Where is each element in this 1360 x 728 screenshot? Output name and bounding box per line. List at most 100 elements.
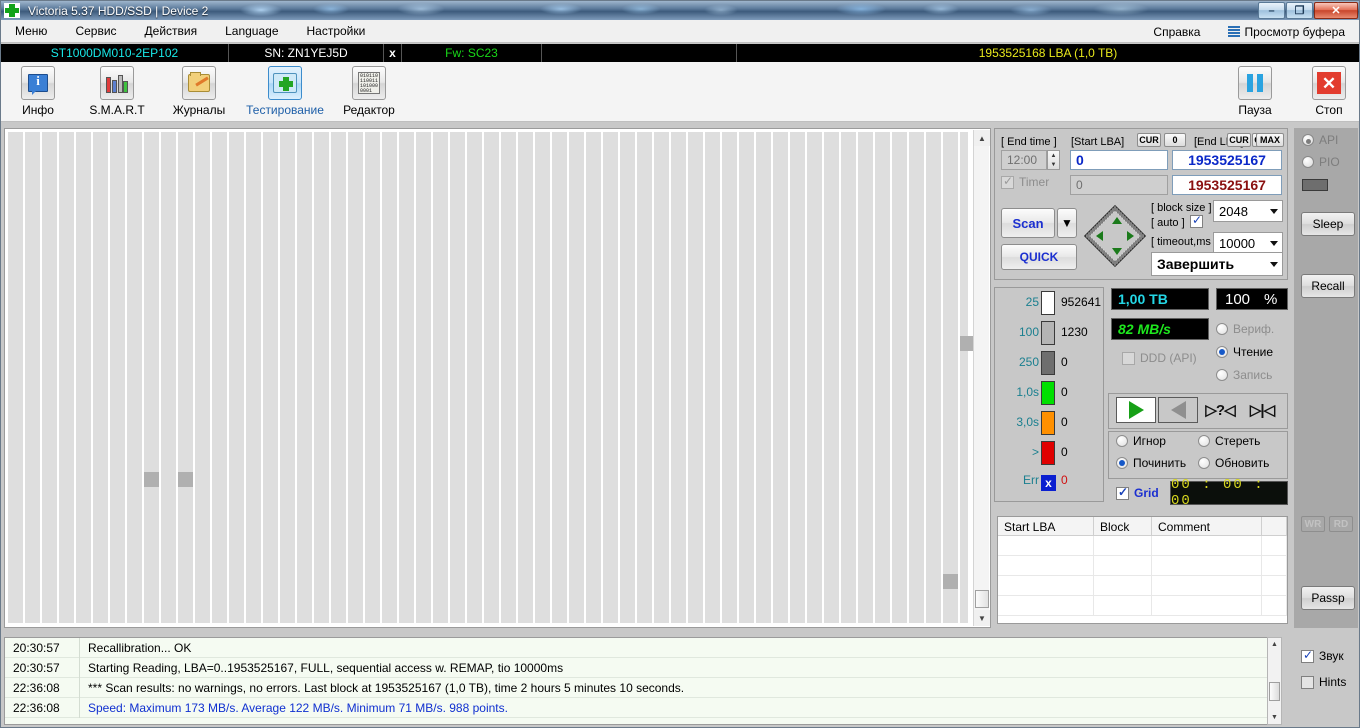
table-row[interactable] bbox=[998, 576, 1287, 596]
end-lba-cur-button-2[interactable]: CUR bbox=[1227, 133, 1251, 147]
window-controls: – ❐ ✕ bbox=[1257, 2, 1358, 19]
table-row[interactable] bbox=[998, 596, 1287, 616]
log-panel[interactable]: 20:30:57 Recallibration... OK 20:30:57 S… bbox=[4, 637, 1279, 725]
map-scroll-down-icon[interactable]: ▼ bbox=[974, 610, 990, 626]
timeout-combo[interactable]: 10000 bbox=[1213, 232, 1283, 254]
sound-checkbox[interactable]: Звук bbox=[1301, 648, 1344, 663]
api-radio-dot bbox=[1302, 134, 1314, 146]
toolbar-button-stop[interactable]: ✕ Стоп bbox=[1299, 66, 1359, 117]
col-comment[interactable]: Comment bbox=[1152, 517, 1262, 535]
grid-checkbox[interactable]: Grid bbox=[1116, 485, 1159, 500]
play-backward-button[interactable] bbox=[1158, 397, 1198, 423]
toolbar-button-logs[interactable]: Журналы bbox=[162, 66, 236, 117]
toolbar-button-smart[interactable]: S.M.A.R.T bbox=[80, 66, 154, 117]
maximize-button[interactable]: ❐ bbox=[1286, 2, 1313, 19]
map-row bbox=[8, 166, 968, 181]
log-vertical-scrollbar[interactable]: ▲ ▼ bbox=[1267, 637, 1282, 725]
action-ignore-radio[interactable]: Игнор bbox=[1116, 434, 1166, 448]
minimize-button[interactable]: – bbox=[1258, 2, 1285, 19]
capacity-lcd: 1,00 TB bbox=[1111, 288, 1209, 310]
mode-verify-radio[interactable]: Вериф. bbox=[1216, 322, 1274, 336]
scan-button[interactable]: Scan bbox=[1001, 208, 1055, 238]
sound-checkbox-box bbox=[1301, 648, 1314, 663]
end-lba-input[interactable]: 1953525167 bbox=[1172, 150, 1282, 170]
log-scroll-down-icon[interactable]: ▼ bbox=[1268, 711, 1281, 724]
ddd-api-checkbox[interactable]: DDD (API) bbox=[1122, 351, 1197, 365]
hints-checkbox[interactable]: Hints bbox=[1301, 675, 1346, 689]
map-vertical-scrollbar[interactable]: ▲ ▼ bbox=[973, 130, 990, 626]
start-lba-zero-button[interactable]: 0 bbox=[1164, 133, 1186, 147]
scan-dropdown-button[interactable]: ▼ bbox=[1057, 208, 1077, 238]
play-forward-button[interactable] bbox=[1116, 397, 1156, 423]
passport-button[interactable]: Passp bbox=[1301, 586, 1355, 610]
block-size-label: [ block size ] bbox=[1151, 202, 1212, 214]
toolbar-button-editor[interactable]: 010110 110011 101000 0001 Редактор bbox=[332, 66, 406, 117]
map-scroll-up-icon[interactable]: ▲ bbox=[974, 130, 990, 146]
action-erase-radio[interactable]: Стереть bbox=[1198, 434, 1260, 448]
nav-up-arrow-icon[interactable] bbox=[1112, 217, 1122, 224]
drive-x-marker[interactable]: x bbox=[384, 44, 402, 62]
end-lba-max-button[interactable]: MAX bbox=[1256, 133, 1284, 147]
menu-item-help[interactable]: Справка bbox=[1139, 22, 1214, 42]
action-repair-radio[interactable]: Починить bbox=[1116, 456, 1186, 470]
wr-button[interactable]: WR bbox=[1301, 516, 1325, 532]
map-row bbox=[8, 591, 968, 606]
log-scroll-thumb[interactable] bbox=[1269, 682, 1280, 701]
start-lba-cur-button[interactable]: CUR bbox=[1137, 133, 1161, 147]
menu-item-actions[interactable]: Действия bbox=[131, 21, 212, 41]
table-row[interactable] bbox=[998, 536, 1287, 556]
menu-item-settings[interactable]: Настройки bbox=[293, 21, 380, 41]
toolbar-button-testing[interactable]: Тестирование bbox=[246, 66, 324, 117]
map-scroll-thumb[interactable] bbox=[975, 590, 989, 608]
nav-left-arrow-icon[interactable] bbox=[1096, 231, 1103, 241]
toolbar-label-stop: Стоп bbox=[1315, 103, 1343, 117]
map-row bbox=[8, 506, 968, 521]
toolbar-button-pause[interactable]: Пауза bbox=[1225, 66, 1285, 117]
end-time-spinner[interactable]: ▲ ▼ bbox=[1047, 150, 1060, 170]
nav-down-arrow-icon[interactable] bbox=[1112, 248, 1122, 255]
start-lba-input[interactable]: 0 bbox=[1070, 150, 1168, 170]
log-scroll-up-icon[interactable]: ▲ bbox=[1268, 638, 1281, 651]
butterfly-read-button[interactable]: ▷|◁ bbox=[1242, 397, 1282, 423]
main-toolbar: Инфо S.M.A.R.T Журналы Тестирование 0101… bbox=[1, 62, 1359, 122]
quick-button[interactable]: QUICK bbox=[1001, 244, 1077, 270]
block-size-combo[interactable]: 2048 bbox=[1213, 200, 1283, 222]
hints-label: Hints bbox=[1319, 675, 1347, 689]
on-finish-combo[interactable]: Завершить bbox=[1151, 252, 1283, 276]
toolbar-button-info[interactable]: Инфо bbox=[1, 66, 75, 117]
legend-swatch-250 bbox=[1041, 351, 1055, 375]
interface-api-radio[interactable]: API bbox=[1302, 133, 1338, 147]
surface-map[interactable]: ▲ ▼ bbox=[4, 128, 991, 628]
menu-item-buffer-view[interactable]: Просмотр буфера bbox=[1214, 22, 1359, 42]
nav-right-arrow-icon[interactable] bbox=[1127, 231, 1134, 241]
end-time-input[interactable]: 12:00 bbox=[1001, 150, 1047, 170]
map-row bbox=[8, 149, 968, 164]
action-refresh-radio[interactable]: Обновить bbox=[1198, 456, 1269, 470]
defect-table[interactable]: Start LBA Block Comment bbox=[997, 516, 1288, 624]
action-refresh-label: Обновить bbox=[1215, 456, 1270, 470]
navigation-diamond[interactable] bbox=[1083, 204, 1147, 268]
pause-icon-frame bbox=[1238, 66, 1272, 100]
menu-item-menu[interactable]: Меню bbox=[1, 21, 61, 41]
recall-button[interactable]: Recall bbox=[1301, 274, 1355, 298]
buffer-view-label: Просмотр буфера bbox=[1244, 24, 1345, 39]
col-extra[interactable] bbox=[1262, 517, 1287, 535]
col-start-lba[interactable]: Start LBA bbox=[998, 517, 1094, 535]
toolbar-label-smart: S.M.A.R.T bbox=[89, 103, 145, 117]
interface-pio-radio[interactable]: PIO bbox=[1302, 155, 1340, 169]
surface-map-grid[interactable] bbox=[8, 132, 975, 623]
menu-item-language[interactable]: Language bbox=[211, 21, 292, 41]
auto-checkbox[interactable] bbox=[1190, 213, 1208, 228]
close-button[interactable]: ✕ bbox=[1314, 2, 1358, 19]
auto-label: [ auto ] bbox=[1151, 217, 1185, 229]
mode-read-radio[interactable]: Чтение bbox=[1216, 345, 1273, 359]
mode-write-radio[interactable]: Запись bbox=[1216, 368, 1272, 382]
menu-item-service[interactable]: Сервис bbox=[61, 21, 130, 41]
rd-button[interactable]: RD bbox=[1329, 516, 1353, 532]
col-block[interactable]: Block bbox=[1094, 517, 1152, 535]
menu-bar: Меню Сервис Действия Language Настройки … bbox=[1, 20, 1359, 43]
table-row[interactable] bbox=[998, 556, 1287, 576]
sleep-button[interactable]: Sleep bbox=[1301, 212, 1355, 236]
random-read-button[interactable]: ▷?◁ bbox=[1200, 397, 1240, 423]
timer-checkbox[interactable]: Timer bbox=[1001, 174, 1049, 189]
